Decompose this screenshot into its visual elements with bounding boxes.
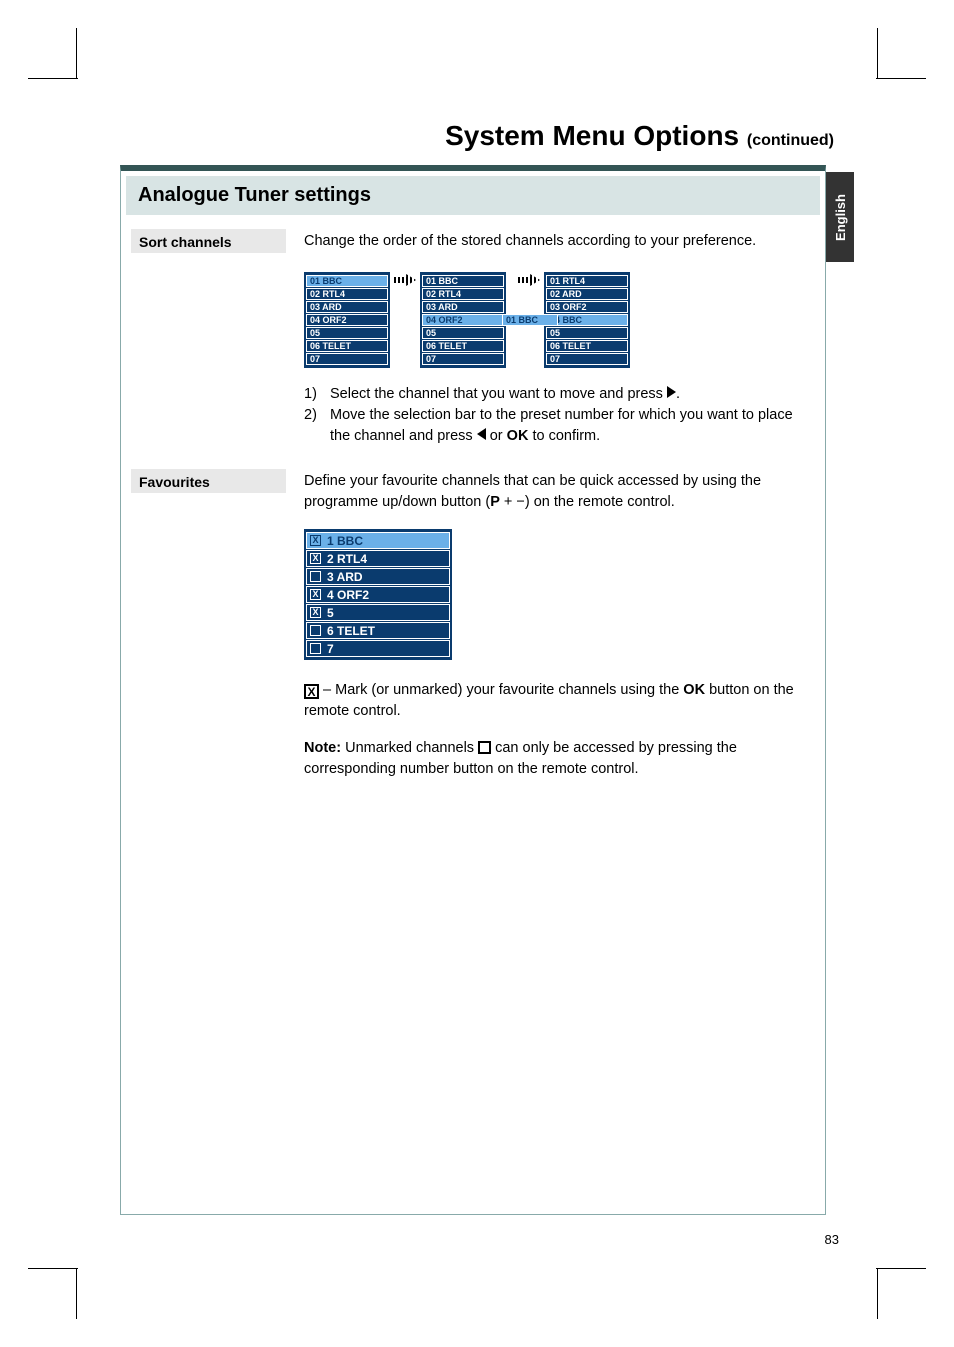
- favourite-label: 7: [327, 642, 334, 656]
- channel-line: 01 BBC: [422, 275, 504, 287]
- crop-mark: [876, 78, 926, 79]
- favourite-line: 6 TELET: [306, 622, 450, 639]
- title-main: System Menu Options: [445, 120, 739, 151]
- step-1: 1) Select the channel that you want to m…: [304, 384, 825, 405]
- channel-line: 05: [306, 327, 388, 339]
- favourite-line: 2 RTL4: [306, 550, 450, 567]
- favourites-box: 1 BBC 2 RTL4 3 ARD 4 ORF2 5 6 TELET 7: [304, 529, 452, 660]
- favourite-line: 3 ARD: [306, 568, 450, 585]
- sort-steps: 1) Select the channel that you want to m…: [121, 368, 825, 447]
- triangle-right-icon: [667, 386, 676, 398]
- channel-line: 06 TELET: [546, 340, 628, 352]
- sort-intro: Change the order of the stored channels …: [304, 231, 807, 252]
- fav-note: Note: Unmarked channels can only be acce…: [121, 722, 825, 780]
- favourite-line: 7: [306, 640, 450, 657]
- checked-box-icon: [304, 684, 319, 699]
- fav-mark-text: – Mark (or unmarked) your favourite chan…: [121, 660, 825, 722]
- favourite-label: 3 ARD: [327, 570, 363, 584]
- crop-mark: [28, 1268, 78, 1269]
- favourite-label: 1 BBC: [327, 534, 363, 548]
- fav-intro: Define your favourite channels that can …: [304, 471, 807, 513]
- label-favourites: Favourites: [131, 469, 286, 493]
- channel-line: 03 ARD: [306, 301, 388, 313]
- checkbox-checked-icon: [310, 607, 321, 618]
- page-title: System Menu Options (continued): [445, 120, 834, 152]
- favourite-label: 4 ORF2: [327, 588, 369, 602]
- channel-line: 07: [306, 353, 388, 365]
- checkbox-checked-icon: [310, 553, 321, 564]
- favourite-label: 6 TELET: [327, 624, 375, 638]
- empty-box-icon: [478, 741, 491, 754]
- label-sort-channels: Sort channels: [131, 229, 286, 253]
- checkbox-checked-icon: [310, 589, 321, 600]
- language-tab-label: English: [833, 194, 848, 241]
- channel-line: 04 BBC: [546, 314, 628, 326]
- channel-line: 05: [546, 327, 628, 339]
- channel-line: 07: [546, 353, 628, 365]
- title-suffix: (continued): [747, 132, 834, 149]
- channel-line: 06 TELET: [422, 340, 504, 352]
- step-2: 2) Move the selection bar to the preset …: [304, 405, 825, 447]
- step-number: 2): [304, 405, 330, 447]
- favourite-line: 1 BBC: [306, 532, 450, 549]
- channel-line: 02 RTL4: [422, 288, 504, 300]
- checkbox-empty-icon: [310, 571, 321, 582]
- sort-diagram: 01 BBC02 RTL403 ARD04 ORF20506 TELET07 0…: [121, 262, 825, 368]
- triangle-left-icon: [477, 428, 486, 440]
- step-number: 1): [304, 384, 330, 405]
- favourite-line: 4 ORF2: [306, 586, 450, 603]
- desc-favourites: Define your favourite channels that can …: [286, 469, 815, 523]
- desc-sort: Change the order of the stored channels …: [286, 229, 815, 262]
- page-number: 83: [825, 1232, 839, 1247]
- crop-mark: [877, 1269, 878, 1319]
- channel-box-1: 01 BBC02 RTL403 ARD04 ORF20506 TELET07: [304, 272, 390, 368]
- row-sort: Sort channels Change the order of the st…: [121, 215, 825, 262]
- channel-line: 04 ORF2: [422, 314, 504, 326]
- crop-mark: [76, 1269, 77, 1319]
- arrow-icon: [394, 274, 416, 286]
- row-favourites: Favourites Define your favourite channel…: [121, 447, 825, 523]
- checkbox-checked-icon: [310, 535, 321, 546]
- favourite-label: 2 RTL4: [327, 552, 367, 566]
- language-tab: English: [826, 172, 854, 262]
- channel-line: 01 BBC: [306, 275, 388, 287]
- channel-line: 03 ORF2: [546, 301, 628, 313]
- channel-line: 04 ORF2: [306, 314, 388, 326]
- step-text: Move the selection bar to the preset num…: [330, 405, 825, 447]
- section-header: Analogue Tuner settings: [126, 176, 820, 215]
- favourite-label: 5: [327, 606, 334, 620]
- channel-line: 07: [422, 353, 504, 365]
- favourite-line: 5: [306, 604, 450, 621]
- channel-line: 02 RTL4: [306, 288, 388, 300]
- step-text: Select the channel that you want to move…: [330, 384, 825, 405]
- content-frame: Analogue Tuner settings Sort channels Ch…: [120, 165, 826, 1215]
- float-channel: 01 BBC: [502, 314, 558, 326]
- channel-line: 06 TELET: [306, 340, 388, 352]
- channel-line: 01 RTL4: [546, 275, 628, 287]
- channel-line: 05: [422, 327, 504, 339]
- arrow-icon: [518, 274, 540, 286]
- crop-mark: [877, 28, 878, 78]
- crop-mark: [76, 28, 77, 78]
- crop-mark: [28, 78, 78, 79]
- channel-line: 03 ARD: [422, 301, 504, 313]
- channel-line: 02 ARD: [546, 288, 628, 300]
- crop-mark: [876, 1268, 926, 1269]
- checkbox-empty-icon: [310, 643, 321, 654]
- channel-box-2: 01 BBC02 RTL403 ARD04 ORF20506 TELET07: [420, 272, 506, 368]
- checkbox-empty-icon: [310, 625, 321, 636]
